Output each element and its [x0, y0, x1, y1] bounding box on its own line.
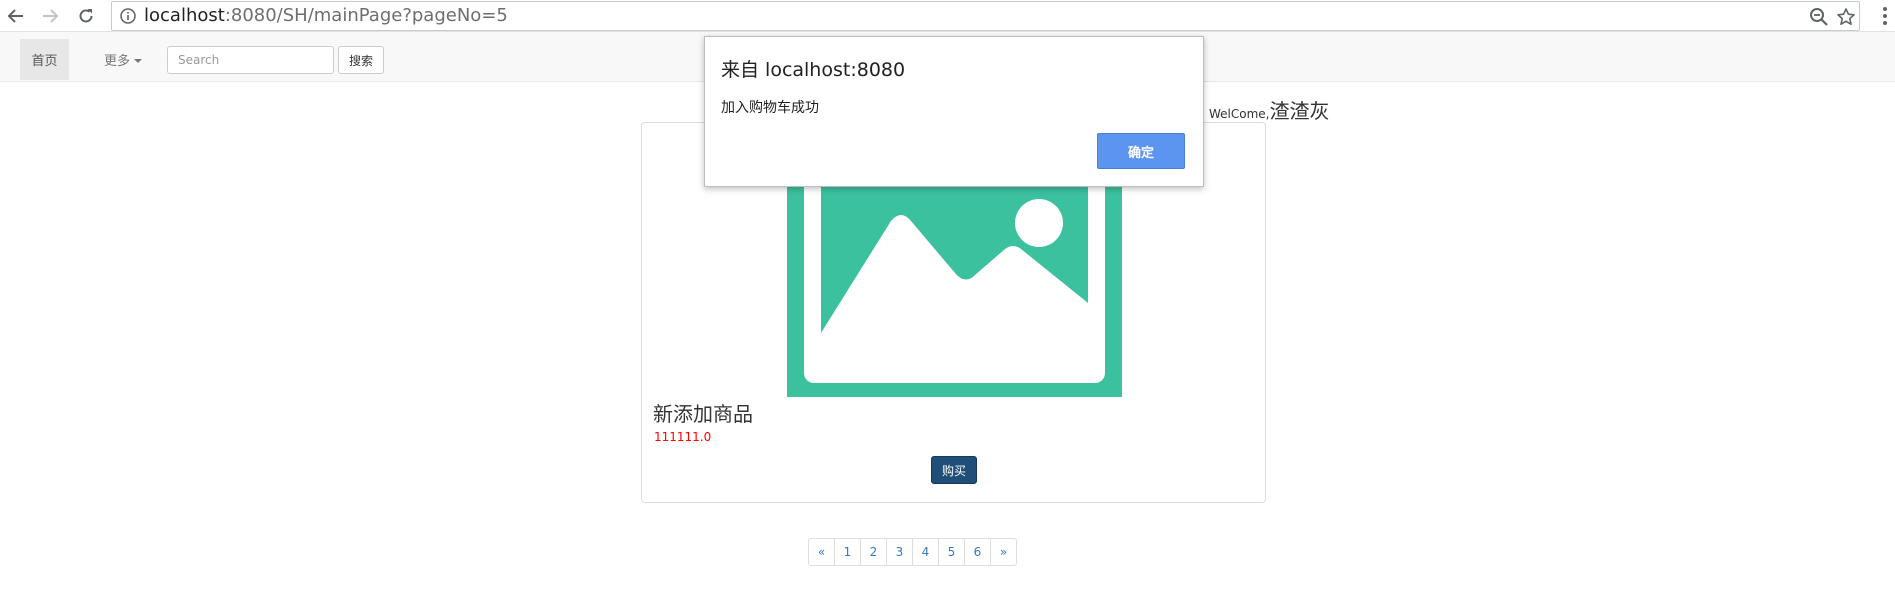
welcome-message: WelCome,渣渣灰 — [1209, 95, 1330, 124]
buy-button[interactable]: 购买 — [931, 456, 977, 484]
zoom-out-icon[interactable] — [1809, 7, 1829, 27]
pagination: « 1 2 3 4 5 6 » — [808, 538, 1017, 566]
search-input[interactable] — [167, 46, 334, 74]
page-prev[interactable]: « — [808, 538, 835, 566]
page-link-5[interactable]: 5 — [938, 538, 965, 566]
back-button[interactable] — [4, 4, 28, 28]
product-name: 新添加商品 — [653, 402, 753, 426]
reload-button[interactable] — [74, 4, 98, 28]
forward-arrow-icon — [43, 9, 59, 23]
alert-message: 加入购物车成功 — [721, 100, 819, 116]
nav-home-link[interactable]: 首页 — [20, 39, 69, 80]
bookmark-star-icon[interactable] — [1836, 7, 1856, 27]
reload-icon — [79, 9, 93, 23]
page-link-4[interactable]: 4 — [912, 538, 939, 566]
url-text: localhost:8080/SH/mainPage?pageNo=5 — [144, 5, 508, 27]
nav-more-dropdown[interactable]: 更多 — [104, 39, 143, 80]
address-bar[interactable]: localhost:8080/SH/mainPage?pageNo=5 — [111, 1, 1860, 31]
page-link-6[interactable]: 6 — [964, 538, 991, 566]
welcome-label: WelCome, — [1209, 107, 1270, 121]
page-next[interactable]: » — [990, 538, 1017, 566]
alert-title: 来自 localhost:8080 — [721, 59, 906, 81]
search-button[interactable]: 搜索 — [338, 46, 384, 74]
info-icon[interactable] — [120, 8, 136, 24]
menu-dots-icon[interactable] — [1880, 4, 1890, 28]
page-link-2[interactable]: 2 — [860, 538, 887, 566]
browser-toolbar: localhost:8080/SH/mainPage?pageNo=5 — [0, 0, 1895, 32]
forward-button[interactable] — [38, 4, 62, 28]
url-host: localhost — [144, 5, 225, 26]
back-arrow-icon — [7, 9, 23, 23]
page-link-1[interactable]: 1 — [834, 538, 861, 566]
welcome-username[interactable]: 渣渣灰 — [1270, 99, 1330, 123]
nav-more-label: 更多 — [104, 54, 131, 69]
alert-ok-button[interactable]: 确定 — [1097, 133, 1185, 169]
page-link-3[interactable]: 3 — [886, 538, 913, 566]
caret-down-icon — [134, 58, 143, 63]
url-path: :8080/SH/mainPage?pageNo=5 — [224, 5, 508, 26]
product-price: 111111.0 — [654, 430, 712, 444]
alert-dialog: 来自 localhost:8080 加入购物车成功 确定 — [704, 36, 1204, 187]
